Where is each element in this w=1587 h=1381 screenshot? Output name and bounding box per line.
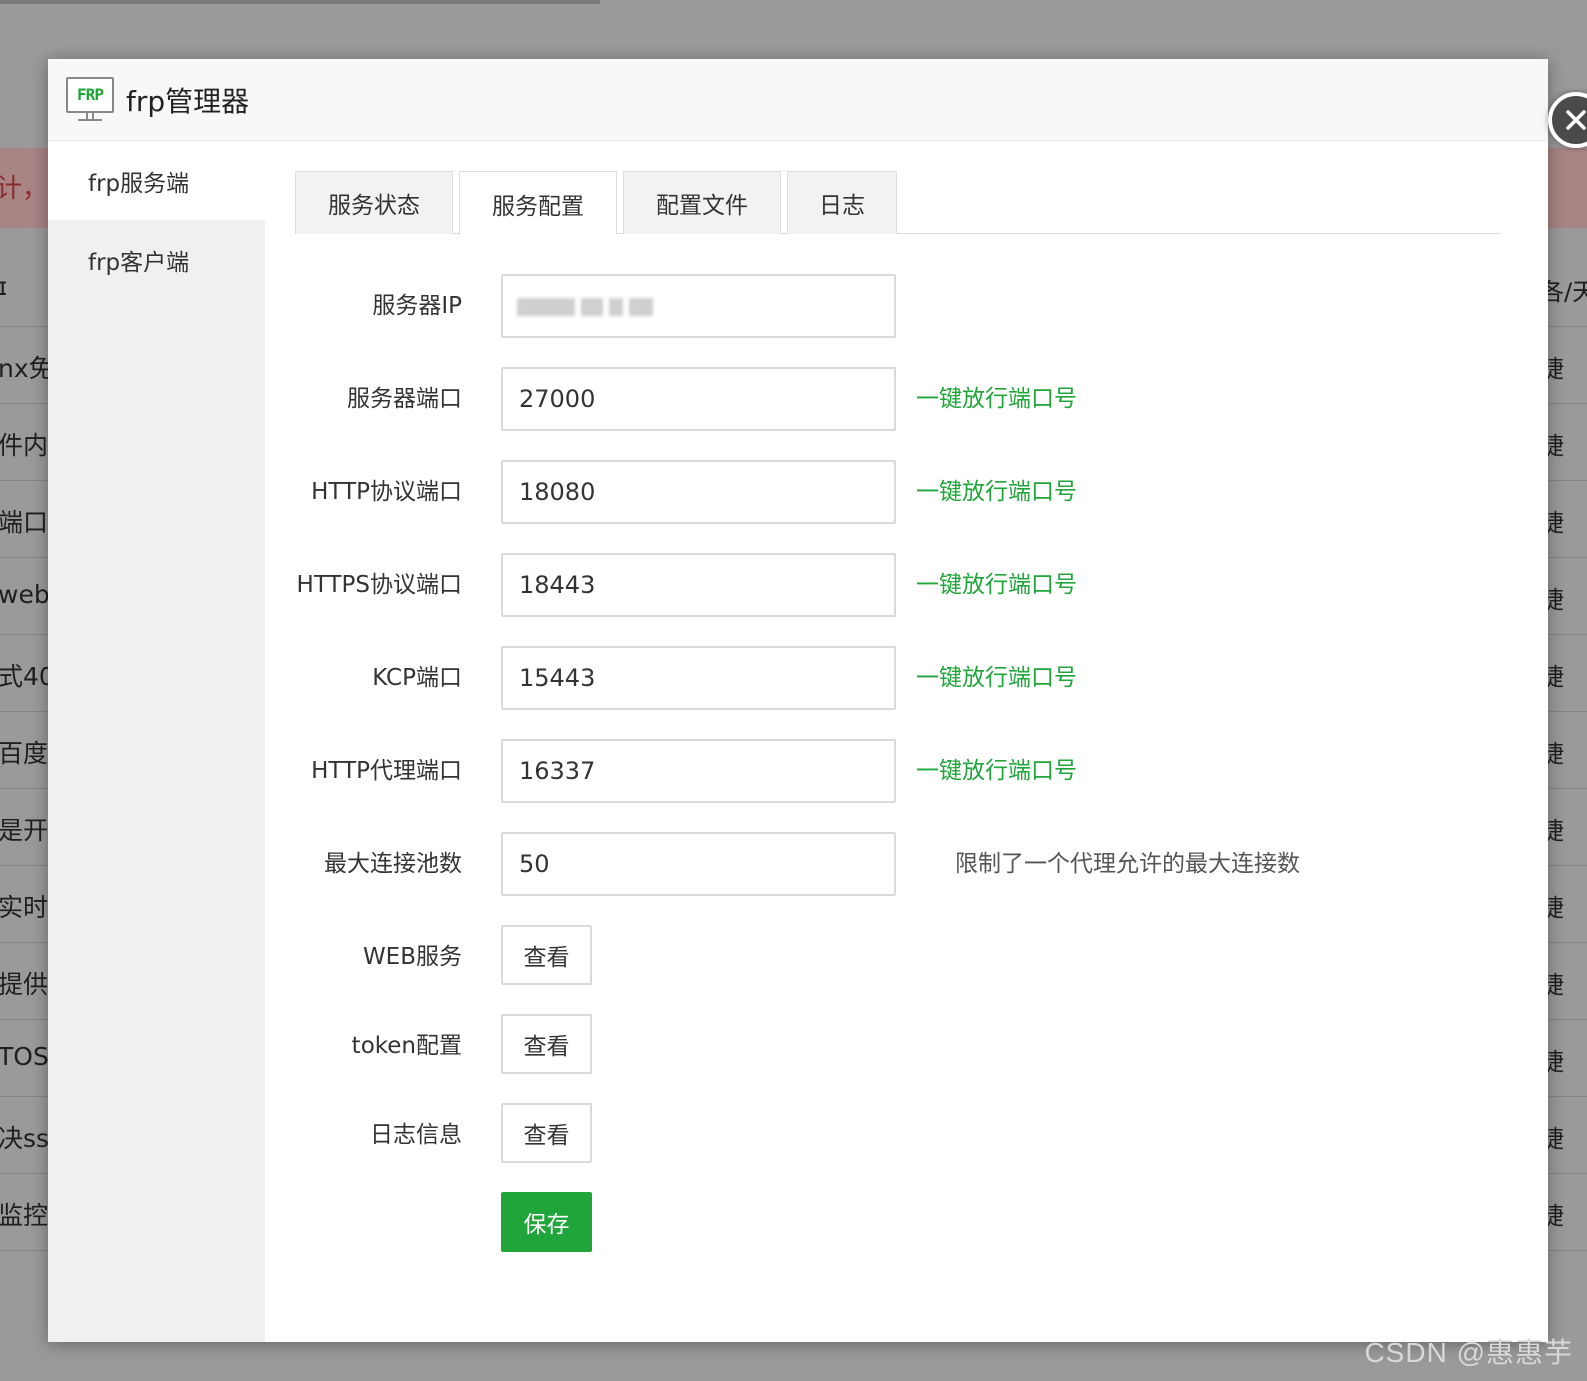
log-info-view-button[interactable]: 查看 xyxy=(501,1103,592,1163)
background-topbar xyxy=(0,0,600,4)
tab-service-status[interactable]: 服务状态 xyxy=(295,171,453,234)
save-button[interactable]: 保存 xyxy=(501,1192,592,1252)
web-service-label: WEB服务 xyxy=(362,944,462,970)
form-row-kcp-port: KCP端口 一键放行端口号 xyxy=(265,646,1515,710)
log-info-label: 日志信息 xyxy=(370,1122,462,1148)
frp-monitor-icon: FRP xyxy=(66,75,116,125)
dialog-title: frp管理器 xyxy=(126,84,250,118)
http-port-label: HTTP协议端口 xyxy=(311,479,462,505)
dialog-header: FRP frp管理器 xyxy=(48,59,1548,141)
kcp-port-input[interactable] xyxy=(501,646,896,710)
max-pool-input[interactable] xyxy=(501,832,896,896)
kcp-port-label: KCP端口 xyxy=(372,665,462,691)
logo-text: FRP xyxy=(77,85,104,104)
web-service-view-button[interactable]: 查看 xyxy=(501,925,592,985)
server-port-input[interactable] xyxy=(501,367,896,431)
http-proxy-port-label: HTTP代理端口 xyxy=(311,758,462,784)
sidebar-item-frp-client[interactable]: frp客户端 xyxy=(48,220,265,299)
server-ip-input[interactable] xyxy=(501,274,896,338)
open-http-port-link[interactable]: 一键放行端口号 xyxy=(916,460,1077,524)
tab-config-file[interactable]: 配置文件 xyxy=(623,171,781,234)
close-icon xyxy=(1566,110,1586,130)
server-port-label: 服务器端口 xyxy=(347,386,462,412)
redacted-ip xyxy=(517,298,653,316)
main-content: 服务状态 服务配置 配置文件 日志 服务器IP 服务器端口 27000 一键放行… xyxy=(265,141,1548,1342)
open-server-port-link[interactable]: 一键放行端口号 xyxy=(916,367,1077,431)
http-proxy-port-input[interactable] xyxy=(501,739,896,803)
max-pool-hint: 限制了一个代理允许的最大连接数 xyxy=(955,851,1300,877)
server-ip-label: 服务器IP xyxy=(372,293,462,319)
frp-manager-dialog: FRP frp管理器 frp服务端 frp客户端 服务状态 服务配置 配置文件 … xyxy=(48,59,1587,1342)
form-row-web-service: WEB服务 查看 xyxy=(265,925,1515,989)
form-row-save: 保存 xyxy=(265,1192,1515,1256)
form-row-log-info: 日志信息 查看 xyxy=(265,1103,1515,1167)
sidebar-item-frp-server[interactable]: frp服务端 xyxy=(48,141,265,220)
token-config-view-button[interactable]: 查看 xyxy=(501,1014,592,1074)
dialog-body: frp服务端 frp客户端 服务状态 服务配置 配置文件 日志 服务器IP 服务… xyxy=(48,141,1548,1342)
tab-bar: 服务状态 服务配置 配置文件 日志 xyxy=(295,171,1501,235)
form-row-token-config: token配置 查看 xyxy=(265,1014,1515,1078)
open-http-proxy-port-link[interactable]: 一键放行端口号 xyxy=(916,739,1077,803)
open-kcp-port-link[interactable]: 一键放行端口号 xyxy=(916,646,1077,710)
form-row-server-port: 服务器端口 一键放行端口号 xyxy=(265,367,1515,431)
max-pool-label: 最大连接池数 xyxy=(324,851,462,877)
http-port-input[interactable] xyxy=(501,460,896,524)
watermark: CSDN @惠惠芋 xyxy=(1364,1337,1573,1368)
tab-log[interactable]: 日志 xyxy=(787,171,897,234)
form-row-http-port: HTTP协议端口 一键放行端口号 xyxy=(265,460,1515,524)
open-https-port-link[interactable]: 一键放行端口号 xyxy=(916,553,1077,617)
https-port-input[interactable] xyxy=(501,553,896,617)
token-config-label: token配置 xyxy=(351,1033,462,1059)
tab-service-config[interactable]: 服务配置 xyxy=(459,171,617,235)
form-row-server-ip: 服务器IP xyxy=(265,274,1515,338)
form-row-max-pool: 最大连接池数 限制了一个代理允许的最大连接数 xyxy=(265,832,1515,896)
sidebar: frp服务端 frp客户端 xyxy=(48,141,265,1342)
https-port-label: HTTPS协议端口 xyxy=(296,572,462,598)
form-row-https-port: HTTPS协议端口 一键放行端口号 xyxy=(265,553,1515,617)
form-row-http-proxy-port: HTTP代理端口 一键放行端口号 xyxy=(265,739,1515,803)
